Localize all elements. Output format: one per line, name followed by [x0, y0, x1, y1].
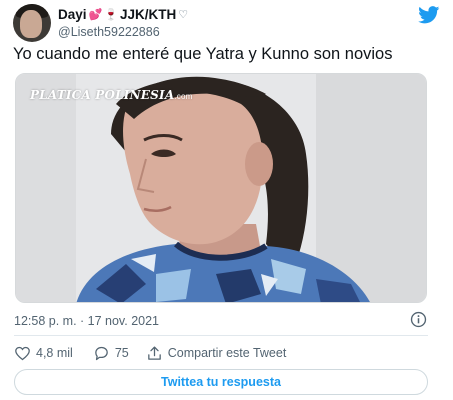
share-upload-icon [147, 345, 161, 360]
tweet-media-image[interactable]: PLATICA POLINESIA.com [15, 73, 427, 303]
display-name[interactable]: Dayi 💕 🍷 JJK/KTH ♡ [58, 7, 188, 23]
divider [14, 335, 428, 336]
tweet-card: Dayi 💕 🍷 JJK/KTH ♡ @Liseth59222886 Yo cu… [0, 0, 453, 400]
share-button[interactable]: Compartir este Tweet [146, 345, 287, 362]
like-count: 4,8 mil [36, 346, 73, 360]
reply-count: 75 [114, 346, 129, 360]
share-label: Compartir este Tweet [167, 346, 287, 360]
info-icon[interactable] [410, 311, 427, 328]
avatar[interactable] [13, 4, 51, 42]
like-button[interactable]: 4,8 mil [14, 345, 73, 362]
wine-glass-emoji-icon: 🍷 [104, 8, 118, 21]
two-hearts-emoji-icon: 💕 [88, 8, 103, 21]
avatar-face [20, 10, 42, 38]
reply-button[interactable]: 75 [93, 345, 129, 362]
tweet-reply-button[interactable]: Twittea tu respuesta [14, 369, 428, 395]
media-watermark: PLATICA POLINESIA.com [30, 88, 192, 102]
tweet-text: Yo cuando me enteré que Yatra y Kunno so… [13, 45, 393, 63]
display-name-text: Dayi [58, 7, 87, 22]
author-names[interactable]: Dayi 💕 🍷 JJK/KTH ♡ @Liseth59222886 [58, 7, 188, 40]
tweet-reply-button-label: Twittea tu respuesta [161, 375, 281, 389]
tweet-header: Dayi 💕 🍷 JJK/KTH ♡ @Liseth59222886 [13, 4, 440, 42]
video-still-image [16, 74, 426, 302]
tweet-actions: 4,8 mil 75 Compartir este Tweet [14, 344, 286, 362]
author-handle[interactable]: @Liseth59222886 [58, 24, 188, 40]
display-name-suffix: JJK/KTH [119, 7, 177, 22]
watermark-text: PLATICA POLINESIA [30, 88, 175, 102]
tweet-timestamp[interactable]: 12:58 p. m. · 17 nov. 2021 [14, 313, 159, 329]
white-heart-emoji-icon: ♡ [178, 8, 189, 21]
heart-icon [15, 346, 30, 360]
reply-bubble-icon [95, 346, 108, 360]
watermark-domain: .com [174, 92, 193, 101]
twitter-bird-icon[interactable] [418, 6, 440, 24]
